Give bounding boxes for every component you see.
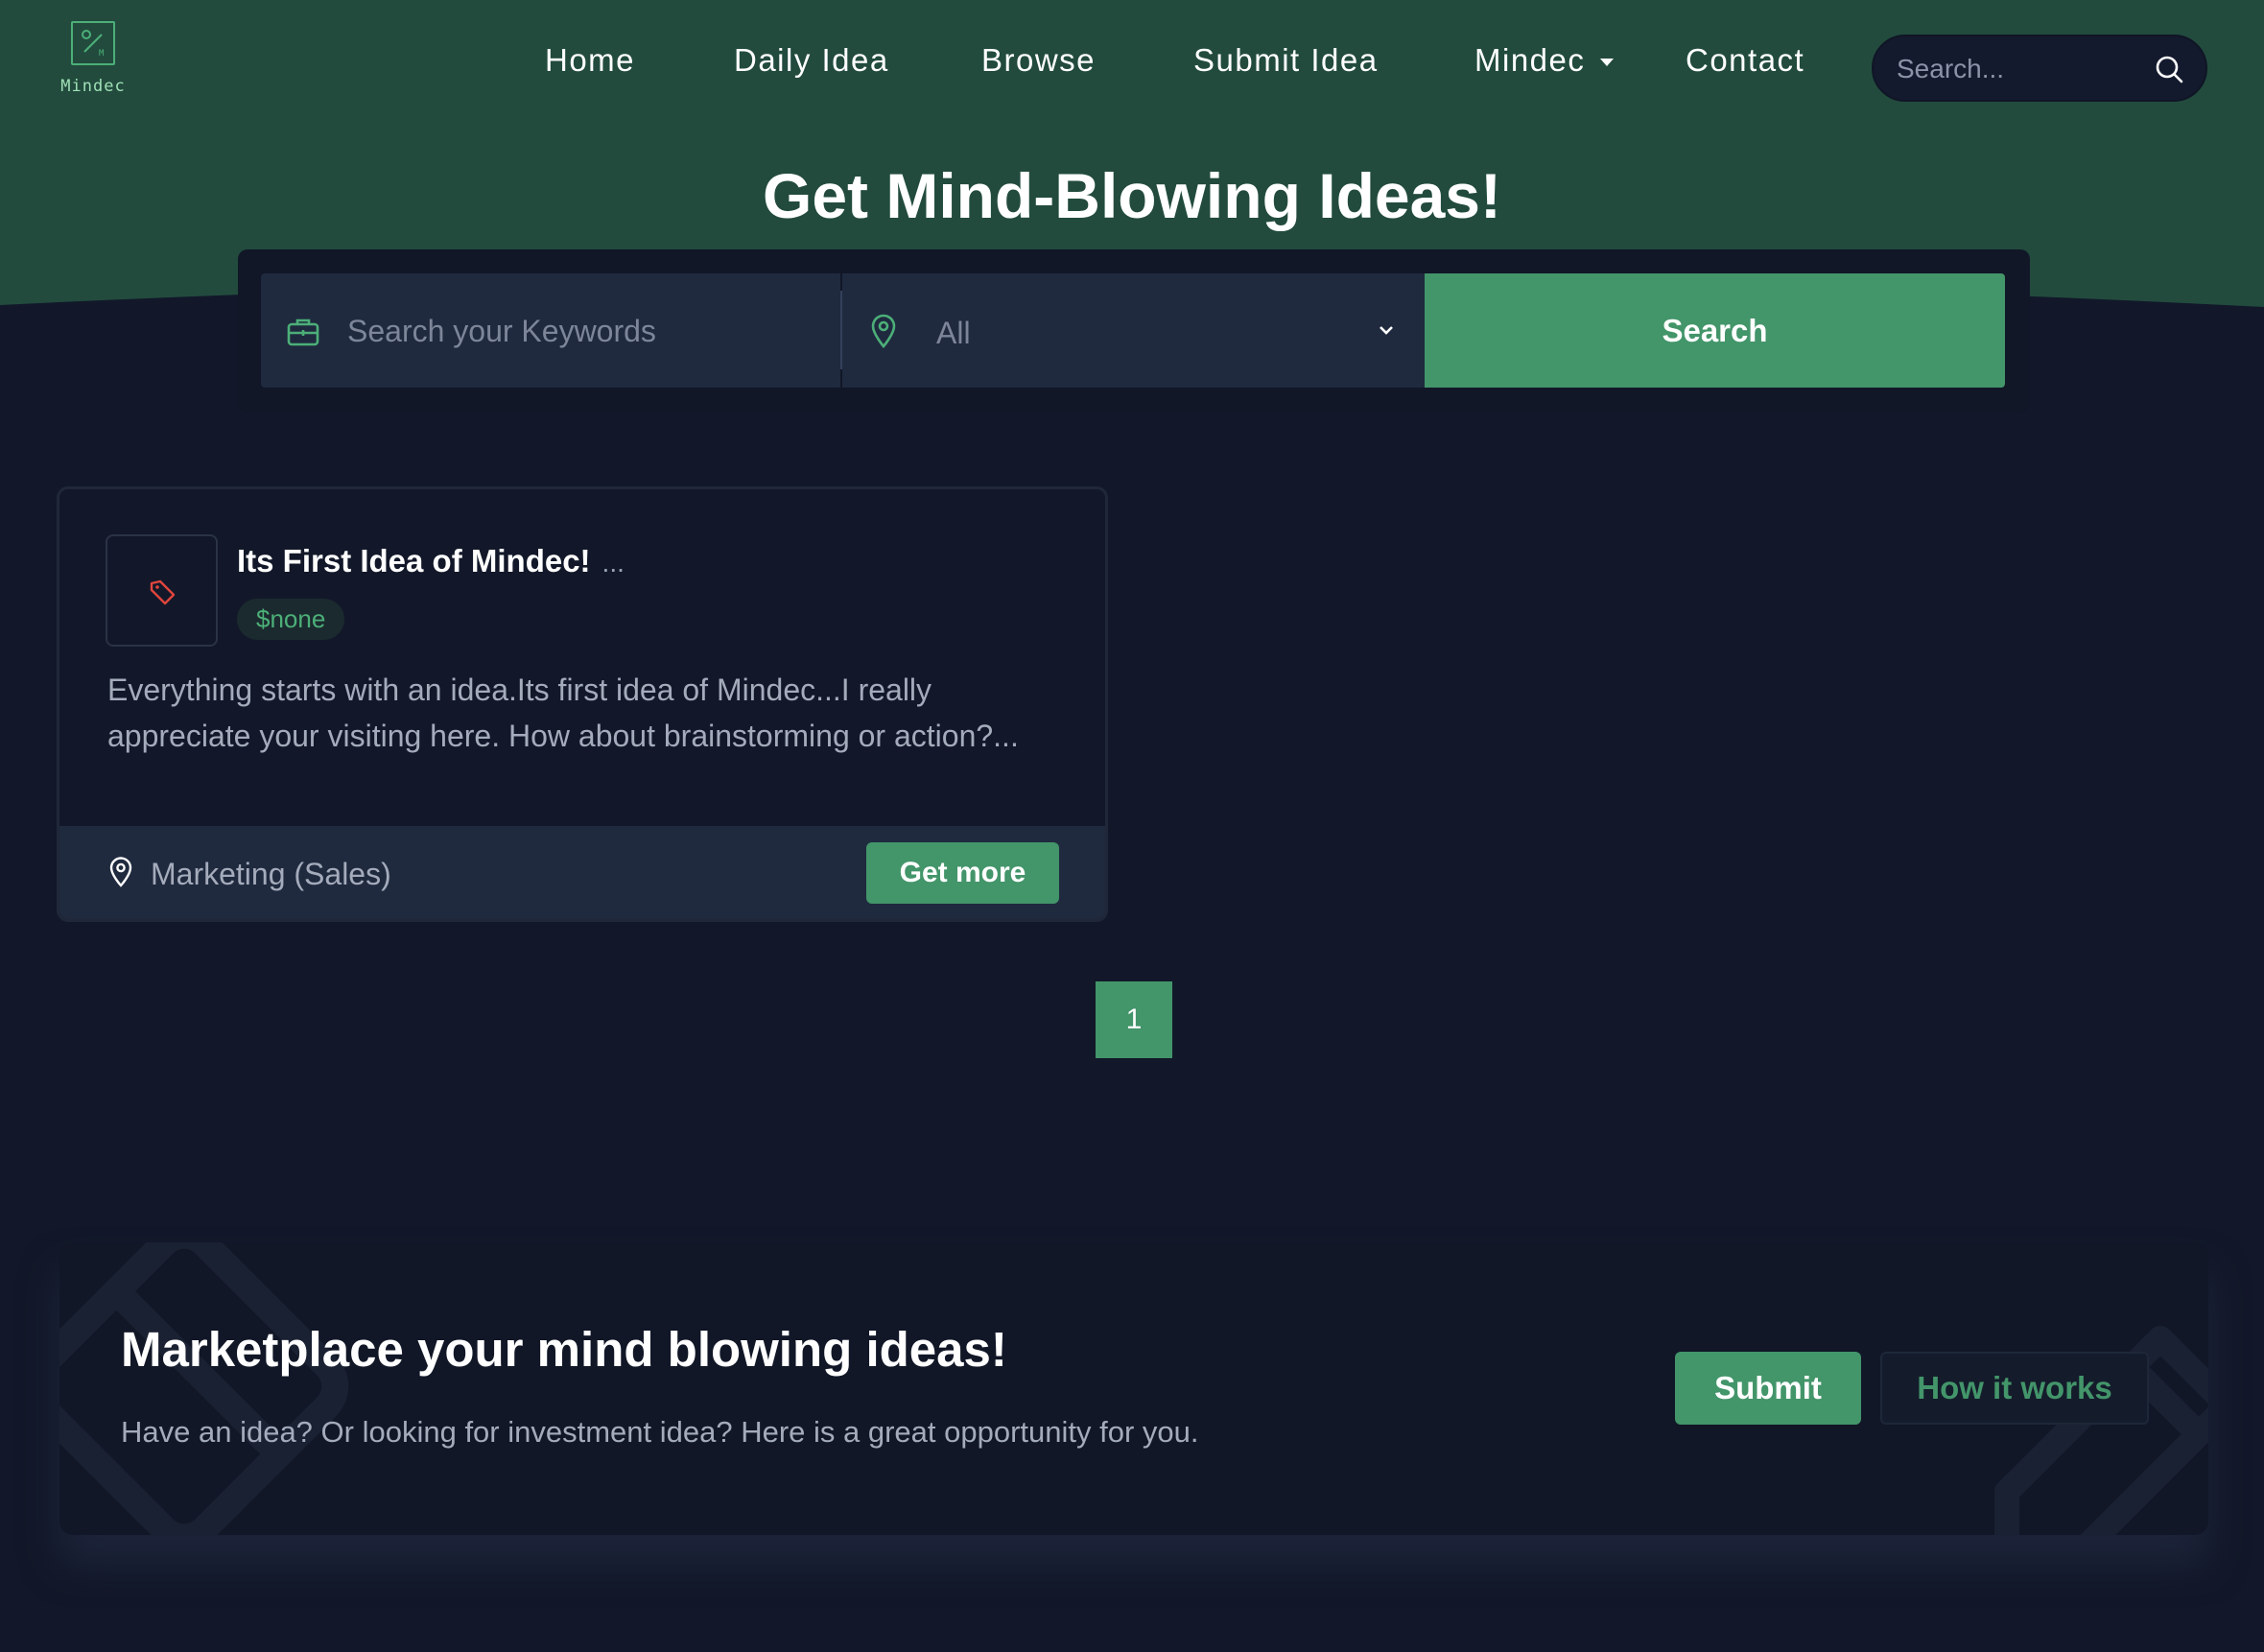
idea-thumbnail[interactable] xyxy=(106,534,218,647)
location-selected-value: All xyxy=(936,316,971,350)
idea-card: Its First Idea of Mindec!... $none Every… xyxy=(57,486,1108,922)
idea-title-text: Its First Idea of Mindec! xyxy=(237,543,591,578)
cta-title: Marketplace your mind blowing ideas! xyxy=(121,1322,1007,1377)
get-more-button[interactable]: Get more xyxy=(866,842,1059,904)
search-button[interactable]: Search xyxy=(1425,273,2005,388)
caret-down-icon xyxy=(1600,59,1615,67)
cta-subtitle: Have an idea? Or looking for investment … xyxy=(121,1415,1199,1449)
nav-submit-idea[interactable]: Submit Idea xyxy=(1193,42,1379,79)
pagination-page[interactable]: 1 xyxy=(1096,981,1172,1058)
nav-home[interactable]: Home xyxy=(545,42,635,79)
nav-browse[interactable]: Browse xyxy=(981,42,1096,79)
chevron-down-icon xyxy=(1380,326,1393,335)
header-search xyxy=(1872,35,2207,102)
nav-mindec-label: Mindec xyxy=(1474,42,1586,78)
keyword-search-field xyxy=(261,273,840,388)
idea-category: Marketing (Sales) xyxy=(151,857,391,891)
envelope-decoration-icon xyxy=(59,1242,349,1535)
idea-card-footer: Marketing (Sales) Get more xyxy=(59,826,1105,919)
submit-button[interactable]: Submit xyxy=(1675,1352,1861,1425)
briefcase-icon xyxy=(287,319,319,346)
search-icon[interactable] xyxy=(2154,54,2184,84)
how-it-works-button[interactable]: How it works xyxy=(1880,1352,2149,1425)
idea-title-ellipsis: ... xyxy=(601,548,625,578)
idea-description: Everything starts with an idea.Its first… xyxy=(107,673,1019,753)
logo-mark-icon: M xyxy=(71,21,115,65)
header-search-input[interactable] xyxy=(1897,50,2146,88)
hero-title: Get Mind-Blowing Ideas! xyxy=(763,160,1501,231)
location-pin-icon xyxy=(871,314,896,348)
idea-title[interactable]: Its First Idea of Mindec!... xyxy=(237,543,625,579)
svg-text:M: M xyxy=(99,49,105,59)
keyword-input[interactable] xyxy=(347,310,808,352)
tag-icon xyxy=(150,579,176,605)
logo[interactable]: M Mindec xyxy=(58,21,163,107)
nav-daily-idea[interactable]: Daily Idea xyxy=(734,42,889,79)
page: M Mindec Home Daily Idea Browse Submit I… xyxy=(0,0,2264,1652)
nav-contact[interactable]: Contact xyxy=(1686,42,1804,79)
location-pin-icon xyxy=(109,857,132,887)
logo-text: Mindec xyxy=(60,77,126,96)
nav-mindec-dropdown[interactable]: Mindec xyxy=(1474,42,1615,79)
location-select[interactable]: All xyxy=(842,273,1425,388)
cta-banner: Marketplace your mind blowing ideas! Hav… xyxy=(59,1242,2208,1535)
price-badge: $none xyxy=(237,599,345,640)
